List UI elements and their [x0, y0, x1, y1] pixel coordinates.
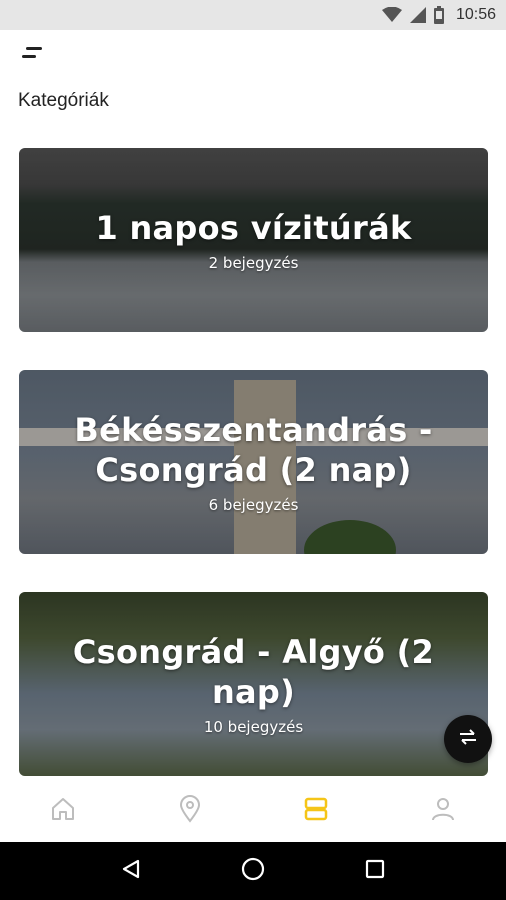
home-icon: [50, 796, 76, 826]
recents-icon: [365, 859, 385, 883]
home-circle-icon: [241, 857, 265, 885]
system-nav-bar: [0, 842, 506, 900]
bottom-nav: [0, 780, 506, 842]
user-icon: [430, 796, 456, 826]
status-time: 10:56: [455, 6, 496, 23]
location-pin-icon: [178, 795, 202, 827]
swap-button[interactable]: [444, 715, 492, 763]
signal-icon: [409, 7, 426, 23]
category-card[interactable]: Csongrád - Algyő (2 nap) 10 bejegyzés: [19, 592, 488, 776]
category-card[interactable]: Békésszentandrás - Csongrád (2 nap) 6 be…: [19, 370, 488, 554]
category-count: 2 bejegyzés: [208, 254, 299, 272]
back-icon: [120, 858, 142, 884]
battery-icon: [433, 6, 444, 24]
category-count: 10 bejegyzés: [203, 718, 304, 736]
category-card[interactable]: 1 napos vízitúrák 2 bejegyzés: [19, 148, 488, 332]
category-title: Csongrád - Algyő (2 nap): [72, 633, 435, 711]
nav-item-categories[interactable]: [253, 780, 380, 842]
nav-item-map[interactable]: [127, 780, 254, 842]
wifi-icon: [381, 7, 402, 23]
category-title: 1 napos vízitúrák: [95, 209, 412, 247]
category-count: 6 bejegyzés: [208, 496, 299, 514]
swap-icon: [458, 729, 478, 749]
nav-item-home[interactable]: [0, 780, 127, 842]
home-system-button[interactable]: [233, 851, 273, 891]
recents-button[interactable]: [355, 851, 395, 891]
status-bar: 10:56: [0, 0, 506, 30]
categories-icon: [303, 796, 329, 826]
nav-item-profile[interactable]: [380, 780, 506, 842]
app-header: [0, 30, 506, 80]
section-title: Kategóriák: [18, 90, 109, 111]
category-title: Békésszentandrás - Csongrád (2 nap): [74, 411, 433, 489]
back-button[interactable]: [111, 851, 151, 891]
menu-icon[interactable]: [20, 40, 48, 68]
